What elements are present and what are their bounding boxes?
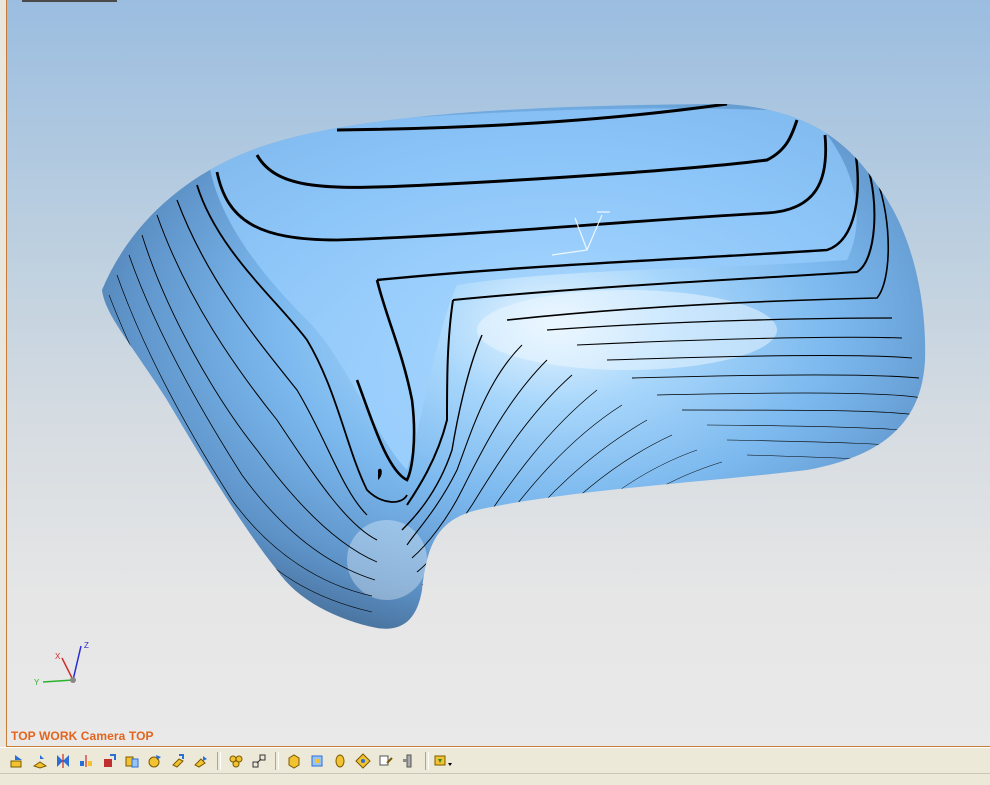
group-icon[interactable] [225,751,246,771]
z-axis [72,645,82,681]
mirror-icon[interactable] [75,751,96,771]
tool-icon[interactable] [398,751,419,771]
offset-icon[interactable] [144,751,165,771]
move-icon[interactable] [190,751,211,771]
toolbar-separator [217,751,221,770]
surface-model[interactable] [7,0,990,746]
triad-origin [70,677,76,683]
bottom-toolbar [0,747,990,773]
graphics-viewport[interactable]: Z X Y TOP WORK Camera TOP [7,0,990,747]
toolbar-separator [425,751,429,770]
shade-icon[interactable] [352,751,373,771]
y-axis [42,679,74,683]
z-axis-label: Z [84,641,89,650]
x-axis-label: X [55,652,61,661]
secondary-toolbar [0,773,990,785]
surface-icon[interactable] [329,751,350,771]
extrude-icon[interactable] [167,751,188,771]
section-icon[interactable] [52,751,73,771]
axis-triad: Z X Y [34,641,89,687]
view-iso-icon[interactable] [29,751,50,771]
left-border [0,0,7,748]
solid-box-icon[interactable] [283,751,304,771]
solid-cut-icon[interactable] [306,751,327,771]
view-top-icon[interactable] [6,751,27,771]
ungroup-icon[interactable] [248,751,269,771]
x-axis [61,657,74,681]
application-window: Z X Y TOP WORK Camera TOP [0,0,990,785]
model-body[interactable] [102,104,926,629]
toolbar-separator [275,751,279,770]
transform-icon[interactable] [98,751,119,771]
dropdown-icon[interactable] [433,751,454,771]
view-plane-label: TOP WORK Camera TOP [11,729,154,743]
y-axis-label: Y [34,678,40,687]
copy-icon[interactable] [121,751,142,771]
edit-icon[interactable] [375,751,396,771]
